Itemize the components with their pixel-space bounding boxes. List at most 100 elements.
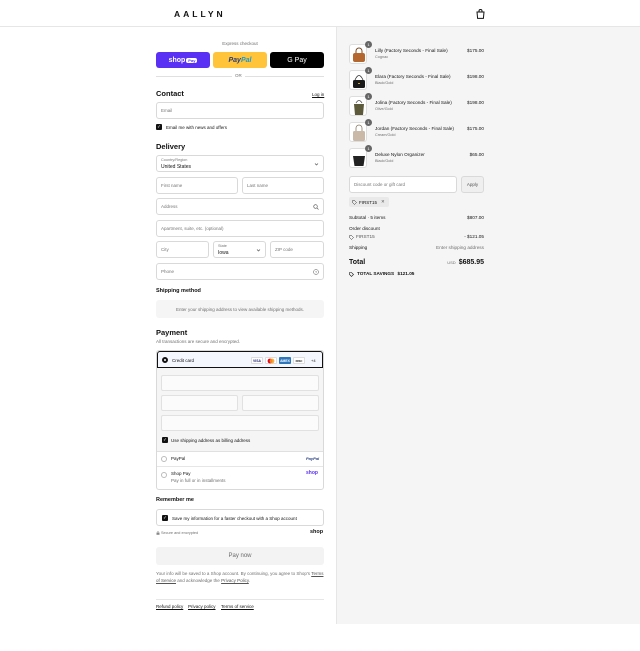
quantity-badge: 1 (365, 41, 372, 48)
city-field[interactable]: City (156, 241, 209, 258)
total-label: Total (349, 259, 366, 266)
first-name-placeholder: First name (161, 183, 183, 188)
cart-item: 1 Jordan (Factory Seconds - Final Sale) … (349, 119, 484, 144)
zip-field[interactable]: ZIP code (270, 241, 324, 258)
item-price: $65.00 (469, 152, 484, 157)
phone-field[interactable]: Phone ? (156, 263, 324, 280)
item-variant: Black/Gold (375, 159, 394, 163)
remember-label: Save my information for a faster checkou… (172, 516, 297, 521)
state-select[interactable]: State Iowa (213, 241, 266, 258)
address-field[interactable]: Address (156, 198, 324, 215)
address-placeholder: Address (161, 204, 178, 209)
product-image (349, 148, 367, 168)
last-name-placeholder: Last name (247, 183, 269, 188)
billing-checkbox[interactable]: ✓ (162, 437, 168, 443)
shop-pay-radio[interactable] (161, 472, 167, 478)
remember-me-title: Remember me (156, 497, 194, 503)
item-name: Jordan (Factory Seconds - Final Sale) (375, 126, 454, 131)
remove-code-icon[interactable]: ✕ (381, 199, 385, 205)
login-link[interactable]: Log in (312, 92, 324, 97)
amex-icon: AMEX (279, 357, 291, 364)
item-variant: Cognac (375, 55, 389, 59)
first-name-field[interactable]: First name (156, 177, 238, 194)
quantity-badge: 1 (365, 93, 372, 100)
shipping-method-info: Enter your shipping address to view avai… (156, 300, 324, 318)
pay-now-button[interactable]: Pay now (156, 547, 324, 565)
shipping-label: Shipping (349, 245, 368, 250)
shop-pay-option[interactable]: Shop Pay Pay in full or in installments … (157, 467, 323, 489)
remember-me-box[interactable]: ✓ Save my information for a faster check… (156, 509, 324, 526)
mastercard-icon (265, 357, 277, 364)
discount-code-field[interactable]: Discount code or gift card (349, 176, 457, 193)
country-select[interactable]: Country/Region United States (156, 155, 324, 172)
secure-text: Secure and encrypted (161, 531, 199, 535)
country-value: United States (161, 164, 192, 170)
card-number-field[interactable] (161, 375, 319, 391)
discover-icon: DISC (293, 357, 305, 364)
news-label: Email me with news and offers (166, 125, 227, 130)
privacy-policy-link[interactable]: Privacy Policy (221, 578, 249, 583)
shopping-bag-icon[interactable] (476, 9, 485, 19)
paypal-radio[interactable] (161, 456, 167, 462)
savings-value: $121.05 (397, 271, 415, 276)
shop-pay-button[interactable]: shop Pay (156, 52, 210, 68)
paypal-button[interactable]: Pay Pal (213, 52, 267, 68)
quantity-badge: 1 (365, 67, 372, 74)
credit-card-radio[interactable] (162, 357, 168, 363)
checkout-page: AALLYN Express checkout shop Pay Pay Pal G… (0, 0, 640, 651)
apartment-field[interactable]: Apartment, suite, etc. (optional) (156, 220, 324, 237)
email-placeholder: Email (161, 108, 173, 113)
refund-policy-link[interactable]: Refund policy (156, 604, 183, 609)
google-pay-button[interactable]: G Pay (270, 52, 324, 68)
chevron-down-icon (256, 249, 261, 252)
discount-code-label: FIRST15 (356, 234, 375, 239)
product-image (349, 122, 367, 142)
paypal-option[interactable]: PayPal PayPal (157, 452, 323, 466)
credit-card-form: ✓ Use shipping address as billing addres… (157, 368, 323, 452)
brand-logo[interactable]: AALLYN (174, 9, 226, 19)
news-checkbox[interactable]: ✓ (156, 124, 162, 130)
or-divider: OR (156, 73, 324, 79)
savings-row: TOTAL SAVINGS $121.05 (349, 271, 484, 277)
item-variant: Olive/Gold (375, 107, 393, 111)
zip-placeholder: ZIP code (275, 247, 293, 252)
remember-checkbox[interactable]: ✓ (162, 515, 168, 521)
tag-icon (349, 272, 354, 277)
item-price: $175.00 (467, 126, 484, 131)
cart-item: 1 Jolina (Factory Seconds - Final Sale) … (349, 93, 484, 118)
product-image (349, 44, 367, 64)
shipping-row: Shipping Enter shipping address (349, 245, 484, 250)
credit-card-option[interactable]: Credit card VISA AMEX DISC +4 (157, 351, 323, 368)
item-price: $198.00 (467, 74, 484, 79)
apply-button[interactable]: Apply (461, 176, 484, 193)
terms-of-service-footer-link[interactable]: Terms of service (221, 604, 254, 609)
discount-amount: - $121.05 (464, 234, 484, 239)
currency-code: USD (447, 260, 456, 265)
order-discount-row: Order discount (349, 226, 484, 231)
tag-icon (349, 235, 354, 240)
header: AALLYN (0, 0, 640, 27)
svg-text:?: ? (315, 270, 317, 274)
item-price: $198.00 (467, 100, 484, 105)
name-on-card-field[interactable] (161, 415, 319, 431)
item-price: $175.00 (467, 48, 484, 53)
express-checkout-title: Express checkout (222, 41, 258, 46)
shop-logo: shop (310, 529, 324, 535)
last-name-field[interactable]: Last name (242, 177, 324, 194)
security-code-field[interactable] (242, 395, 319, 411)
chevron-down-icon (314, 163, 319, 166)
email-field[interactable]: Email (156, 102, 324, 119)
visa-icon: VISA (251, 357, 263, 364)
country-label: Country/Region (161, 158, 188, 162)
shop-pay-label: Shop Pay (171, 471, 191, 476)
paypal-label-b: Pal (240, 56, 252, 64)
cart-item: 1 Lilly (Factory Seconds - Final Sale) C… (349, 41, 484, 66)
total-row: Total USD $685.95 (349, 259, 484, 266)
help-icon[interactable]: ? (313, 269, 319, 275)
discount-code-row: FIRST15 - $121.05 (349, 234, 484, 240)
item-name: Deluxe Nylon Organizer (375, 152, 425, 157)
paypal-label-a: Pay (228, 56, 241, 64)
expiry-field[interactable] (161, 395, 238, 411)
privacy-policy-footer-link[interactable]: Privacy policy (188, 604, 216, 609)
item-name: Elara (Factory Seconds - Final Sale) (375, 74, 451, 79)
